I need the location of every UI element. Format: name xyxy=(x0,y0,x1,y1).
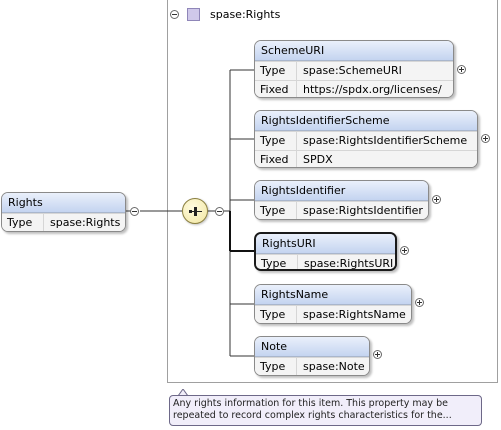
property-key: Type xyxy=(255,62,297,80)
schema-diagram: spase:Rights Rights Type spase:Rights Sc… xyxy=(0,0,501,430)
element-title: SchemeURI xyxy=(255,41,453,61)
property-key: Type xyxy=(256,255,298,269)
element-scheme-uri[interactable]: SchemeURI Type spase:SchemeURI Fixed htt… xyxy=(254,40,454,98)
element-rights-uri[interactable]: RightsURI Type spase:RightsURI xyxy=(254,232,397,271)
element-rights-identifier-scheme[interactable]: RightsIdentifierScheme Type spase:Rights… xyxy=(254,110,478,168)
group-type-label: spase:Rights xyxy=(210,7,281,21)
property-key: Type xyxy=(255,358,297,375)
property-value: spase:Rights xyxy=(50,216,121,229)
element-title: RightsIdentifier xyxy=(255,181,428,201)
element-property-row: Fixed SPDX xyxy=(255,150,477,167)
property-value: https://spdx.org/licenses/ xyxy=(303,83,442,96)
sequence-compositor-icon[interactable] xyxy=(182,198,208,224)
expand-rights-uri-icon[interactable] xyxy=(400,246,409,255)
expand-rights-identifier-icon[interactable] xyxy=(432,195,441,204)
element-title: RightsURI xyxy=(256,234,395,254)
expand-note-icon[interactable] xyxy=(373,350,382,359)
property-value: spase:RightsIdentifier xyxy=(303,204,423,217)
element-property-row: Type spase:RightsURI xyxy=(256,254,395,270)
documentation-tooltip: Any rights information for this item. Th… xyxy=(169,395,482,426)
sequence-collapse-icon[interactable] xyxy=(215,207,224,216)
element-title: RightsIdentifierScheme xyxy=(255,111,477,131)
property-key: Type xyxy=(255,202,297,219)
property-value: spase:RightsName xyxy=(303,308,406,321)
property-value: spase:Note xyxy=(303,360,365,373)
element-rights-identifier[interactable]: RightsIdentifier Type spase:RightsIdenti… xyxy=(254,180,429,220)
property-value: spase:RightsURI xyxy=(304,257,394,270)
property-key: Type xyxy=(255,132,297,150)
group-collapse-icon[interactable] xyxy=(170,9,179,19)
element-property-row: Type spase:Note xyxy=(255,357,369,375)
element-property-row: Type spase:RightsName xyxy=(255,305,411,323)
element-title: Note xyxy=(255,337,369,357)
property-value: spase:SchemeURI xyxy=(303,64,402,77)
element-property-row: Type spase:RightsIdentifier xyxy=(255,201,428,219)
property-key: Fixed xyxy=(255,81,297,97)
property-key: Fixed xyxy=(255,151,297,167)
element-title: RightsName xyxy=(255,285,411,305)
property-value: spase:RightsIdentifierScheme xyxy=(303,134,468,147)
complex-type-icon xyxy=(187,7,200,21)
element-property-row: Type spase:Rights xyxy=(2,213,125,231)
property-value: SPDX xyxy=(303,153,333,166)
element-property-row: Fixed https://spdx.org/licenses/ xyxy=(255,80,453,97)
root-element-rights[interactable]: Rights Type spase:Rights xyxy=(1,192,126,232)
tooltip-line-2: repeated to record complex rights charac… xyxy=(173,410,452,421)
expand-rights-name-icon[interactable] xyxy=(415,298,424,307)
property-key: Type xyxy=(255,306,297,323)
tooltip-line-1: Any rights information for this item. Th… xyxy=(173,398,448,409)
element-title: Rights xyxy=(2,193,125,213)
property-key: Type xyxy=(2,214,44,231)
sequence-glyph-icon xyxy=(189,207,202,216)
expand-scheme-uri-icon[interactable] xyxy=(457,65,466,74)
element-rights-name[interactable]: RightsName Type spase:RightsName xyxy=(254,284,412,324)
element-note[interactable]: Note Type spase:Note xyxy=(254,336,370,376)
group-header: spase:Rights xyxy=(170,4,280,24)
element-property-row: Type spase:SchemeURI xyxy=(255,61,453,80)
element-property-row: Type spase:RightsIdentifierScheme xyxy=(255,131,477,150)
expand-rights-identifier-scheme-icon[interactable] xyxy=(481,134,490,143)
root-collapse-icon[interactable] xyxy=(130,207,139,216)
